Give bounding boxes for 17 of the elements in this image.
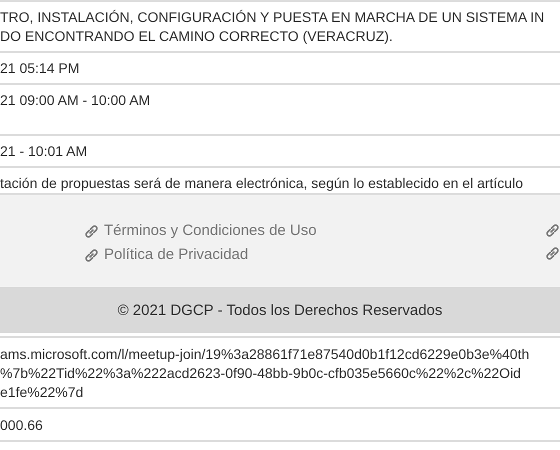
detail-text: 21 - 10:01 AM (0, 142, 88, 161)
link-icon (84, 248, 99, 262)
detail-text: 000.66 (0, 416, 43, 435)
detail-text: DO ENCONTRANDO EL CAMINO CORRECTO (VERACRUZ). (0, 27, 393, 46)
footer-link[interactable]: Términos y Condiciones de Uso (84, 221, 317, 241)
link-icon (84, 224, 99, 238)
link-icon[interactable] (545, 246, 560, 261)
copyright-text: © 2021 DGCP - Todos los Derechos Reservados (118, 302, 442, 318)
detail-text: ams.microsoft.com/l/meetup-join/19%3a28861f71e87540d0b1f12cd6229e0b3e%40th (0, 345, 530, 364)
detail-text: e1fe%22%7d (0, 383, 84, 402)
footer-link[interactable]: Política de Privacidad (84, 245, 248, 265)
detail-text: tación de propuestas será de manera electrónica, según lo establecido en el artículo (0, 174, 523, 193)
detail-text: TRO, INSTALACIÓN, CONFIGURACIÓN Y PUESTA EN MARCHA DE UN SISTEMA IN (0, 8, 544, 27)
detail-text: 21 09:00 AM - 10:00 AM (0, 91, 150, 110)
detail-text: %7b%22Tid%22%3a%222acd2623-0f90-48bb-9b0c-cfb035e5660c%22%2c%22Oid (0, 364, 521, 383)
link-icon[interactable] (545, 223, 560, 238)
detail-text: 21 05:14 PM (0, 59, 80, 78)
